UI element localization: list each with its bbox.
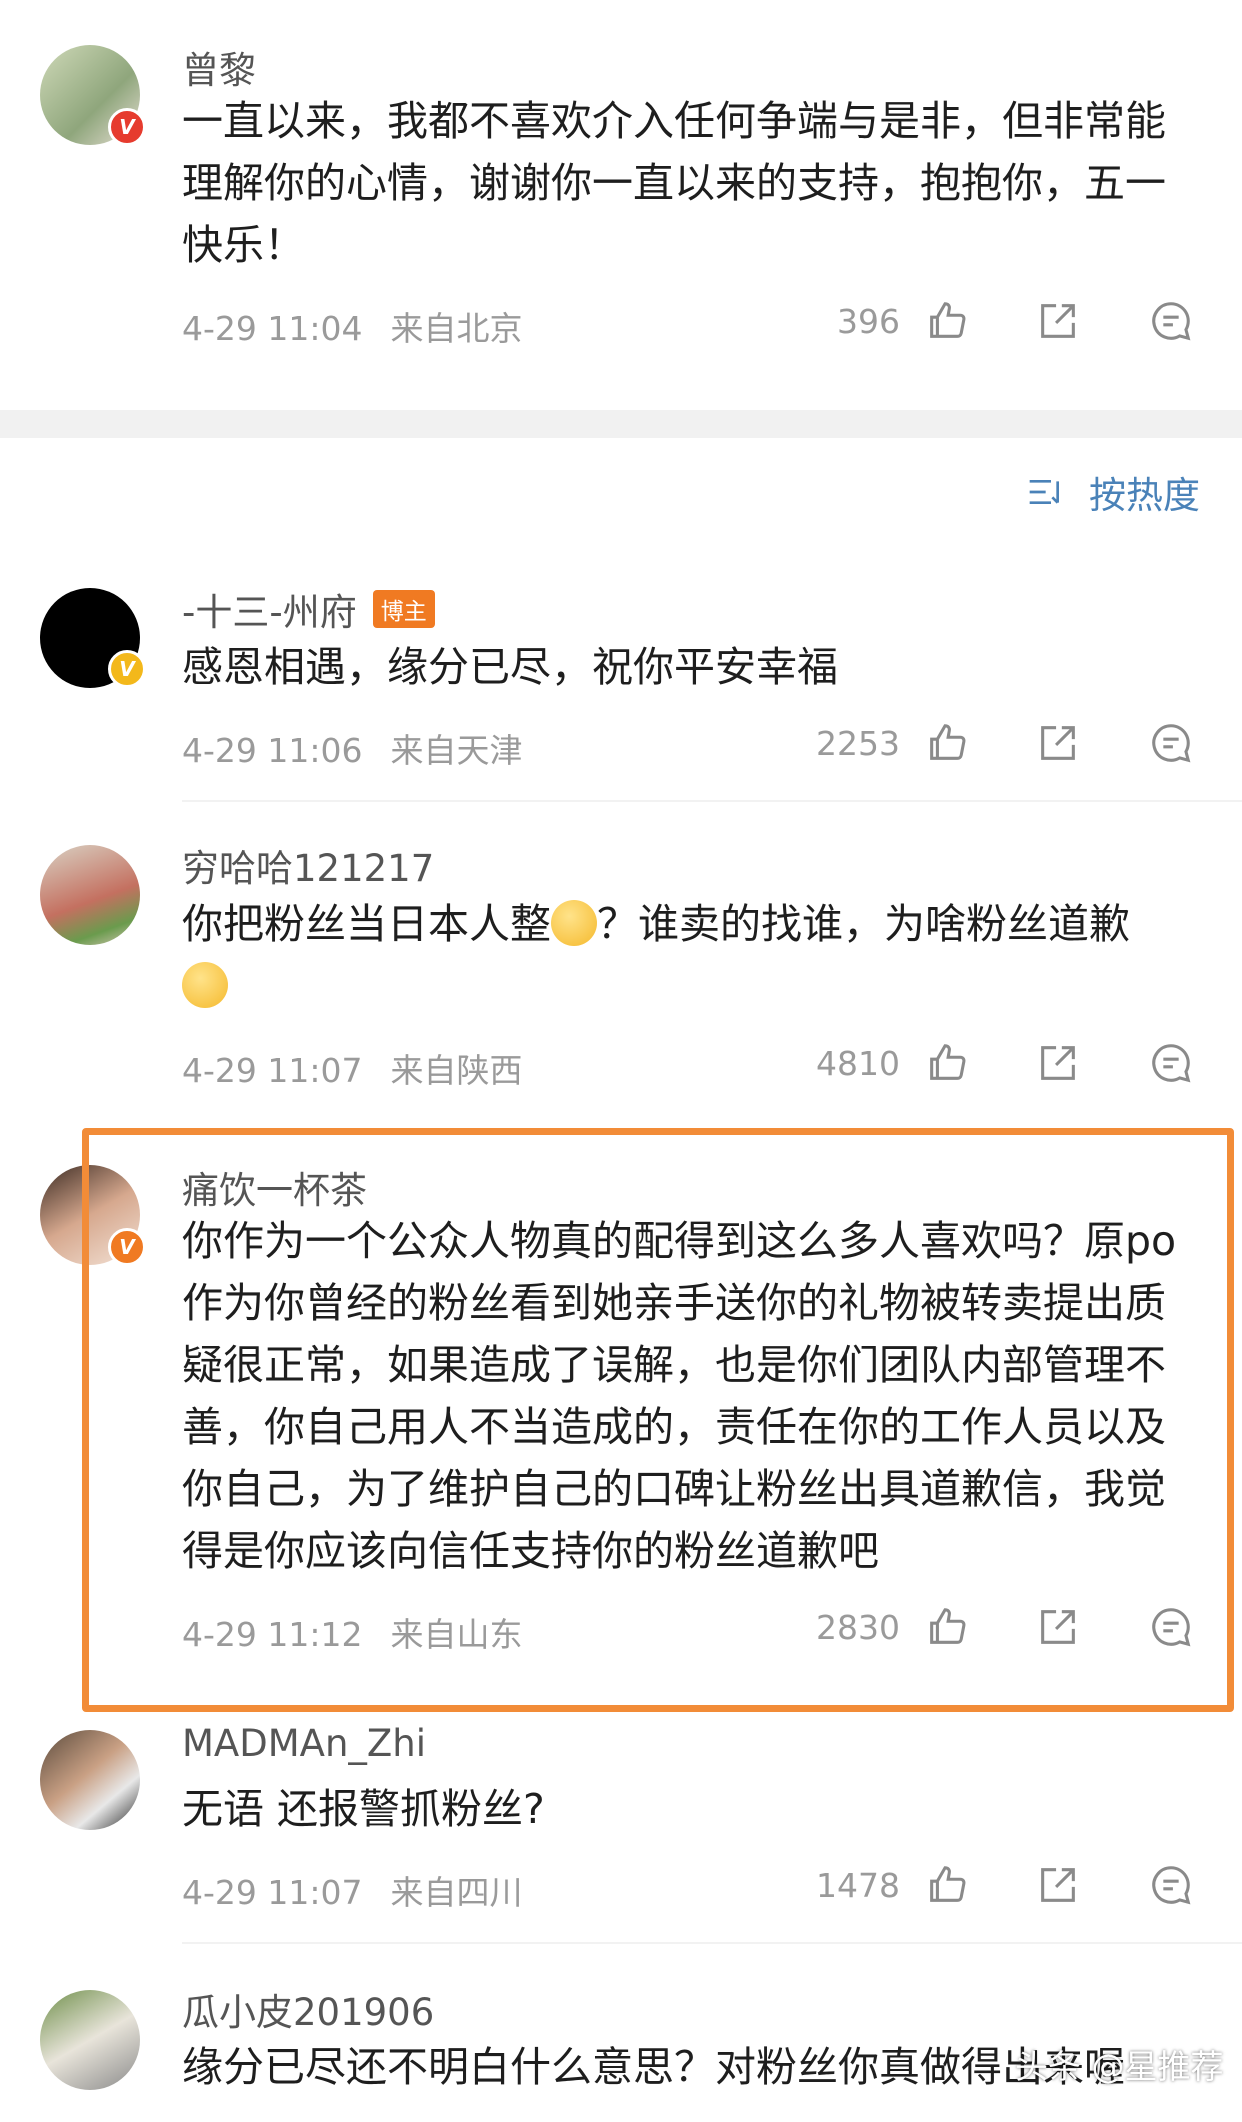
comment-meta: 4-29 11:06 来自天津 — [182, 724, 523, 772]
comment-meta: 4-29 11:07 来自陕西 — [182, 1044, 523, 1092]
like-count: 4810 — [816, 1044, 900, 1083]
verified-badge-icon: V — [108, 108, 146, 146]
comment-author[interactable]: -十三-州府 博主 — [182, 582, 435, 636]
share-icon[interactable] — [1035, 1862, 1081, 1908]
like-count: 1478 — [816, 1866, 900, 1905]
reply-icon[interactable] — [1148, 720, 1194, 766]
comment-author[interactable]: 曾黎 — [182, 40, 256, 94]
comment-text: 感恩相遇，缘分已尽，祝你平安幸福 — [182, 643, 838, 691]
comment-location: 来自四川 — [390, 1873, 523, 1912]
comment-location: 来自天津 — [390, 731, 523, 770]
comment-text-part: 你把粉丝当日本人整 — [182, 900, 551, 948]
comment-text: 无语 还报警抓粉丝? — [182, 1785, 545, 1833]
comment-meta: 4-29 11:07 来自四川 — [182, 1866, 523, 1914]
sort-icon — [1029, 480, 1059, 504]
like-icon[interactable] — [924, 298, 970, 344]
like-count: 396 — [837, 302, 900, 341]
smirk-emoji-icon — [551, 900, 597, 946]
comment-text: 一直以来，我都不喜欢介入任何争端与是非，但非常能理解你的心情，谢谢你一直以来的支… — [182, 97, 1166, 269]
comment-author[interactable]: MADMAn_Zhi — [182, 1722, 426, 1765]
divider — [182, 800, 1242, 802]
sort-toggle[interactable]: 按热度 — [1027, 465, 1200, 519]
comment-time: 4-29 11:04 — [182, 309, 363, 348]
avatar[interactable] — [40, 1990, 140, 2090]
comment-meta: 4-29 11:04 来自北京 — [182, 302, 523, 350]
share-icon[interactable] — [1035, 298, 1081, 344]
author-name: -十三-州府 — [182, 591, 357, 634]
like-icon[interactable] — [924, 1040, 970, 1086]
verified-badge-icon: V — [108, 650, 146, 688]
comment-author[interactable]: 瓜小皮201906 — [182, 1982, 434, 2036]
like-icon[interactable] — [924, 720, 970, 766]
shush-emoji-icon — [182, 962, 228, 1008]
comment-location: 来自北京 — [390, 309, 523, 348]
like-count: 2253 — [816, 724, 900, 763]
sort-label: 按热度 — [1089, 474, 1200, 517]
comment-author[interactable]: 穷哈哈121217 — [182, 838, 434, 892]
section-gap — [0, 410, 1242, 438]
divider — [182, 1942, 1242, 1944]
reply-icon[interactable] — [1148, 1040, 1194, 1086]
comment-time: 4-29 11:07 — [182, 1051, 363, 1090]
avatar[interactable] — [40, 1730, 140, 1830]
share-icon[interactable] — [1035, 1040, 1081, 1086]
watermark: 头条 @星推荐 — [1015, 2047, 1224, 2086]
reply-icon[interactable] — [1148, 298, 1194, 344]
highlight-box — [82, 1128, 1234, 1712]
comment-location: 来自陕西 — [390, 1051, 523, 1090]
comment-time: 4-29 11:06 — [182, 731, 363, 770]
blogger-tag: 博主 — [372, 590, 435, 628]
share-icon[interactable] — [1035, 720, 1081, 766]
comment-text: 你把粉丝当日本人整 ？谁卖的找谁，为啥粉丝道歉 — [182, 893, 1192, 1017]
avatar[interactable] — [40, 845, 140, 945]
reply-icon[interactable] — [1148, 1862, 1194, 1908]
comment-time: 4-29 11:07 — [182, 1873, 363, 1912]
like-icon[interactable] — [924, 1862, 970, 1908]
comment-text-part: ？谁卖的找谁，为啥粉丝道歉 — [597, 900, 1130, 948]
